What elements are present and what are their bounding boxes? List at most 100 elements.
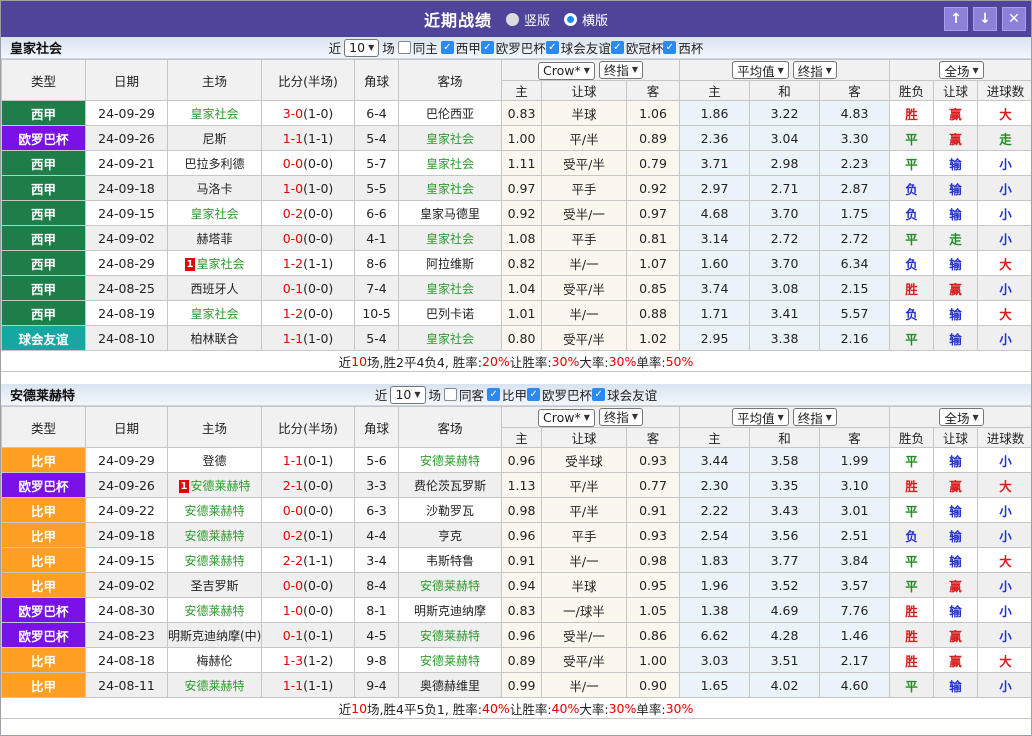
league-filter-checkbox[interactable]: ✓欧罗巴杯 <box>481 38 546 57</box>
recent-count-select[interactable]: 10▼ <box>390 386 425 404</box>
crow-odds-stage-select[interactable]: 终指▼ <box>599 61 643 79</box>
scroll-up-button[interactable]: ↑ <box>944 7 968 31</box>
league-badge: 比甲 <box>2 673 86 698</box>
corners: 3-3 <box>355 473 399 498</box>
league-filter-checkbox[interactable]: ✓西甲 <box>441 38 481 57</box>
avg-home-odds: 1.38 <box>680 598 750 623</box>
avg-away-odds: 1.46 <box>820 623 890 648</box>
league-filter-checkbox[interactable]: ✓西杯 <box>663 38 703 57</box>
avg-odds-stage-select[interactable]: 终指▼ <box>793 61 837 79</box>
corners: 5-5 <box>355 176 399 201</box>
away-team: 安德莱赫特 <box>399 623 502 648</box>
summary-segment: 30% <box>666 701 694 716</box>
league-badge: 西甲 <box>2 201 86 226</box>
result-handicap: 赢 <box>934 648 978 673</box>
crow-away-odds: 0.97 <box>627 201 680 226</box>
period-select[interactable]: 全场▼ <box>939 61 983 79</box>
chevron-down-icon: ▼ <box>826 66 832 75</box>
avg-home-odds: 1.65 <box>680 673 750 698</box>
same-venue-checkbox[interactable]: 同主 <box>398 38 438 57</box>
crow-handicap: 受平/半 <box>542 276 627 301</box>
match-row: 西甲24-08-25西班牙人0-1(0-0)7-4皇家社会1.04受平/半0.8… <box>2 276 1032 301</box>
col-header-date: 日期 <box>86 407 168 448</box>
match-date: 24-09-02 <box>86 573 168 598</box>
result-handicap: 输 <box>934 151 978 176</box>
recent-count-select[interactable]: 10▼ <box>344 39 379 57</box>
summary-segment: 50% <box>666 354 694 369</box>
result-outcome: 平 <box>890 126 934 151</box>
scroll-down-button[interactable]: ↓ <box>973 7 997 31</box>
league-badge: 西甲 <box>2 101 86 126</box>
avg-home-odds: 1.83 <box>680 548 750 573</box>
result-outcome: 胜 <box>890 276 934 301</box>
result-goals: 小 <box>978 151 1032 176</box>
league-filter-checkbox[interactable]: ✓欧罗巴杯 <box>527 385 592 404</box>
avg-draw-odds: 3.52 <box>750 573 820 598</box>
avg-away-odds: 4.60 <box>820 673 890 698</box>
final-score: 0-2(0-1) <box>262 523 355 548</box>
match-row: 西甲24-09-29皇家社会3-0(1-0)6-4巴伦西亚0.83半球1.061… <box>2 101 1032 126</box>
avg-odds-stage-select[interactable]: 终指▼ <box>793 408 837 426</box>
result-goals: 小 <box>978 598 1032 623</box>
result-goals: 大 <box>978 301 1032 326</box>
bookmaker-select[interactable]: Crow*▼ <box>538 62 595 80</box>
col-header-home: 主场 <box>168 60 262 101</box>
summary-segment: 10 <box>351 701 367 716</box>
bookmaker-select[interactable]: Crow*▼ <box>538 409 595 427</box>
chevron-down-icon: ▼ <box>632 412 638 421</box>
close-button[interactable]: ✕ <box>1002 7 1026 31</box>
crow-home-odds: 1.08 <box>502 226 542 251</box>
crow-home-odds: 0.98 <box>502 498 542 523</box>
radio-off-icon <box>506 13 519 26</box>
layout-radio-vertical[interactable]: 竖版 <box>506 10 550 29</box>
match-row: 西甲24-09-21巴拉多利德0-0(0-0)5-7皇家社会1.11受平/半0.… <box>2 151 1032 176</box>
final-score: 1-1(0-1) <box>262 448 355 473</box>
match-date: 24-09-21 <box>86 151 168 176</box>
match-date: 24-08-29 <box>86 251 168 276</box>
same-venue-checkbox[interactable]: 同客 <box>444 385 484 404</box>
match-date: 24-08-23 <box>86 623 168 648</box>
live-flag: 1 <box>185 258 196 271</box>
avg-home-odds: 4.68 <box>680 201 750 226</box>
layout-radio-horizontal[interactable]: 横版 <box>564 10 608 29</box>
home-team: 皇家社会 <box>168 301 262 326</box>
crow-home-odds: 0.89 <box>502 648 542 673</box>
near-label: 近 <box>329 38 342 57</box>
col-header-home: 主场 <box>168 407 262 448</box>
league-filter-checkbox[interactable]: ✓球会友谊 <box>592 385 657 404</box>
summary-segment: 10 <box>351 354 367 369</box>
league-filter-checkbox[interactable]: ✓比甲 <box>487 385 527 404</box>
avg-away-odds: 2.72 <box>820 226 890 251</box>
team-name: 安德莱赫特 <box>10 385 75 404</box>
summary-segment: 单率: <box>636 699 665 718</box>
radio-on-icon <box>564 13 577 26</box>
home-team: 1安德莱赫特 <box>168 473 262 498</box>
crow-odds-stage-select[interactable]: 终指▼ <box>599 408 643 426</box>
avg-home-odds: 3.14 <box>680 226 750 251</box>
result-goals: 大 <box>978 101 1032 126</box>
checkbox-icon: ✓ <box>487 388 500 401</box>
average-select[interactable]: 平均值▼ <box>732 61 789 79</box>
chevron-down-icon: ▼ <box>972 413 978 422</box>
result-goals: 小 <box>978 226 1032 251</box>
checkbox-label: 球会友谊 <box>607 385 657 404</box>
avg-draw-odds: 3.56 <box>750 523 820 548</box>
away-team: 安德莱赫特 <box>399 648 502 673</box>
league-filter-checkbox[interactable]: ✓欧冠杯 <box>611 38 664 57</box>
avg-away-odds: 2.87 <box>820 176 890 201</box>
crow-home-odds: 1.01 <box>502 301 542 326</box>
period-select[interactable]: 全场▼ <box>939 408 983 426</box>
checkbox-icon: ✓ <box>481 41 494 54</box>
col-header-away: 客场 <box>399 407 502 448</box>
average-select[interactable]: 平均值▼ <box>732 408 789 426</box>
final-score: 0-1(0-0) <box>262 276 355 301</box>
chevron-down-icon: ▼ <box>584 66 590 75</box>
summary-segment: 大率: <box>579 352 608 371</box>
result-goals: 走 <box>978 126 1032 151</box>
away-team: 皇家马德里 <box>399 201 502 226</box>
league-filter-checkbox[interactable]: ✓球会友谊 <box>546 38 611 57</box>
result-outcome: 平 <box>890 151 934 176</box>
league-badge: 西甲 <box>2 251 86 276</box>
match-row: 欧罗巴杯24-08-23明斯克迪纳摩(中)0-1(0-1)4-5安德莱赫特0.9… <box>2 623 1032 648</box>
crow-away-odds: 0.91 <box>627 498 680 523</box>
